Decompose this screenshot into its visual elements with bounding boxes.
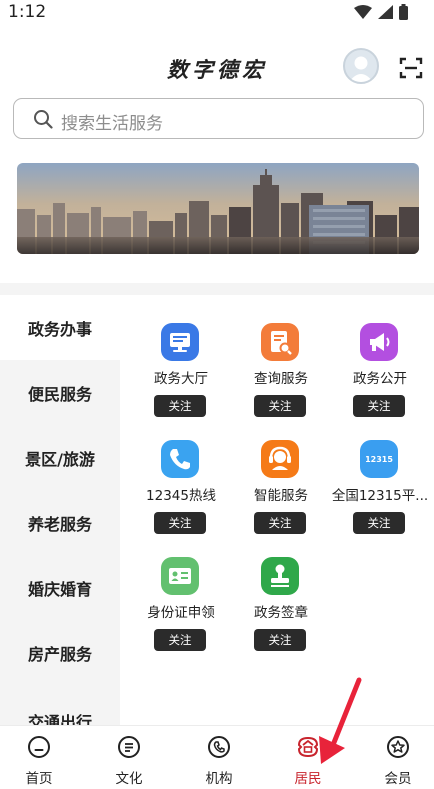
app-header: 数字德宏 <box>0 40 434 96</box>
nav-item-culture[interactable]: 文化 <box>86 726 172 789</box>
query-icon <box>261 323 299 361</box>
sidebar-item-label: 房产服务 <box>27 644 92 664</box>
hall-icon <box>161 323 199 361</box>
battery-icon <box>399 4 408 20</box>
badge-12315-icon: 12315 <box>360 440 398 478</box>
nav-label: 首页 <box>25 771 53 787</box>
id-card-icon <box>161 557 199 595</box>
badge-12315-text: 12315 <box>365 454 393 464</box>
sidebar-item-label: 交通出行 <box>27 713 92 725</box>
service-item[interactable]: 政务签章 关注 <box>229 529 333 651</box>
sidebar-item-convenience[interactable]: 便民服务 <box>0 360 120 425</box>
service-item[interactable]: 12345热线 关注 <box>129 412 233 534</box>
status-time: 1:12 <box>8 2 47 22</box>
city-banner[interactable] <box>17 163 419 254</box>
service-item[interactable]: 12315 全国12315平... 关注 <box>328 412 432 534</box>
culture-icon <box>118 736 140 758</box>
sidebar-item-real-estate[interactable]: 房产服务 <box>0 620 120 685</box>
user-avatar-icon <box>349 56 373 82</box>
search-input[interactable]: 搜索生活服务 <box>13 98 424 139</box>
search-icon <box>34 110 53 129</box>
sidebar-item-label: 便民服务 <box>27 384 92 404</box>
follow-button[interactable]: 关注 <box>154 629 206 651</box>
nav-label: 文化 <box>115 771 143 787</box>
nav-item-institution[interactable]: 机构 <box>176 726 262 789</box>
institution-icon <box>208 736 230 758</box>
nav-label: 居民 <box>294 771 322 787</box>
sidebar-item-label: 养老服务 <box>27 514 92 534</box>
nav-item-home[interactable]: 首页 <box>0 726 82 789</box>
nav-item-member[interactable]: 会员 <box>355 726 434 789</box>
city-skyline-image <box>17 163 419 254</box>
service-label: 身份证申领 <box>147 605 215 621</box>
service-label: 查询服务 <box>254 371 308 387</box>
search-placeholder: 搜索生活服务 <box>61 114 163 134</box>
service-grid: 政务大厅 关注 查询服务 关注 政务公开 关注 12345热线 关注 智能服务 … <box>120 295 434 725</box>
service-item[interactable]: 身份证申领 关注 <box>129 529 233 651</box>
follow-button[interactable]: 关注 <box>353 512 405 534</box>
avatar[interactable] <box>343 48 379 84</box>
scan-icon[interactable] <box>399 56 423 80</box>
headset-icon <box>261 440 299 478</box>
service-label: 政务公开 <box>353 371 407 387</box>
sidebar-item-label: 景区/旅游 <box>25 449 95 469</box>
service-label: 智能服务 <box>254 488 308 504</box>
sidebar-item-elderly-care[interactable]: 养老服务 <box>0 490 120 555</box>
sidebar-item-label: 政务办事 <box>27 319 92 339</box>
service-item[interactable]: 政务公开 关注 <box>328 295 432 417</box>
service-item[interactable]: 智能服务 关注 <box>229 412 333 534</box>
category-sidebar: 政务办事 便民服务 景区/旅游 养老服务 婚庆婚育 房产服务 交通出行 <box>0 295 120 725</box>
bottom-nav: 首页 文化 机构 居民 会员 <box>0 725 434 789</box>
service-label: 全国12315平... <box>331 488 429 504</box>
service-item[interactable]: 政务大厅 关注 <box>129 295 233 417</box>
wifi-icon <box>354 5 372 19</box>
resident-icon <box>297 736 319 758</box>
phone-icon <box>161 440 199 478</box>
signal-icon <box>378 5 393 19</box>
service-label: 12345热线 <box>146 488 216 504</box>
nav-label: 会员 <box>384 771 412 787</box>
sidebar-item-label: 婚庆婚育 <box>27 579 92 599</box>
member-icon <box>387 736 409 758</box>
megaphone-icon <box>360 323 398 361</box>
status-bar: 1:12 <box>0 0 434 26</box>
status-icons <box>354 4 408 20</box>
service-item[interactable]: 查询服务 关注 <box>229 295 333 417</box>
sidebar-item-scenic-tourism[interactable]: 景区/旅游 <box>0 425 120 490</box>
service-label: 政务大厅 <box>154 371 208 387</box>
home-icon <box>28 736 50 758</box>
sidebar-item-wedding-birth[interactable]: 婚庆婚育 <box>0 555 120 620</box>
section-divider <box>0 283 434 295</box>
service-label: 政务签章 <box>254 605 308 621</box>
sidebar-item-transportation[interactable]: 交通出行 <box>0 685 120 725</box>
nav-label: 机构 <box>205 771 233 787</box>
sidebar-item-government-affairs[interactable]: 政务办事 <box>0 295 120 360</box>
follow-button[interactable]: 关注 <box>254 629 306 651</box>
nav-item-resident[interactable]: 居民 <box>265 726 351 789</box>
stamp-icon <box>261 557 299 595</box>
